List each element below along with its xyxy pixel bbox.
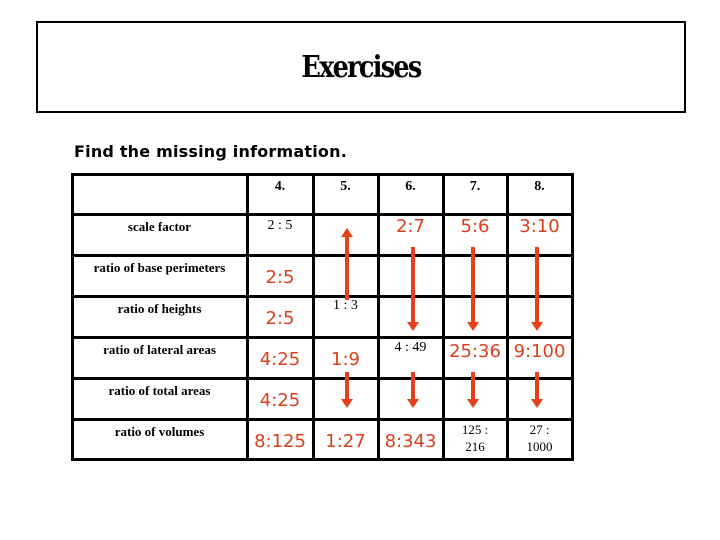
table-row-line [71,377,574,380]
row-label: scale factor [127,219,192,234]
given-value: 2 : 5 [267,218,293,233]
given-value: 1 : 3 [333,298,358,313]
answer-value: 8:343 [384,431,437,452]
answer-value: 4:25 [259,390,301,411]
arrow-down-icon [531,372,543,408]
column-header: 8. [534,179,545,194]
ratio-table: 4. 5. 6. 7. 8. scale factor 2 : 5 2:7 5:6 3:10 rat… [71,173,574,461]
table-col-line [71,173,74,461]
column-header: 7. [469,179,481,194]
answer-value: 2:5 [265,267,295,288]
row-label: ratio of volumes [114,424,205,439]
given-value: 4 : 49 [394,340,427,355]
arrow-down-icon [467,247,479,331]
arrow-down-icon [341,372,353,408]
table-row-line [71,173,574,176]
answer-value: 1:27 [325,431,366,452]
row-label: ratio of total areas [108,383,211,398]
column-header: 6. [405,179,416,194]
row-label: ratio of lateral areas [103,342,216,357]
arrow-down-icon [467,372,479,408]
arrow-down-icon [407,372,419,408]
instruction: Find the missing information. [74,142,347,161]
column-header: 5. [340,179,351,194]
row-label: ratio of heights [117,301,202,316]
answer-value: 25:36 [449,341,501,362]
answer-value: 3:10 [519,216,560,237]
answer-value: 2:5 [265,308,295,329]
given-value: 27 : 1000 [526,422,553,454]
table-row-line [71,336,574,339]
column-header: 4. [274,179,286,194]
arrow-up-icon [341,228,353,300]
table-row-line [71,458,574,461]
answer-value: 1:9 [331,349,360,370]
table-row-line [71,254,574,257]
given-value: 125 : 216 [461,422,489,454]
arrow-down-icon [531,247,543,331]
title-box: Exercises [36,21,686,113]
row-label: ratio of base perimeters [93,260,226,275]
answer-value: 5:6 [460,216,490,237]
answer-value: 8:125 [254,431,306,452]
arrow-down-icon [407,247,419,331]
page-title: Exercises [301,50,422,85]
answer-value: 4:25 [259,349,301,370]
answer-value: 9:100 [513,341,566,362]
answer-value: 2:7 [396,216,425,237]
